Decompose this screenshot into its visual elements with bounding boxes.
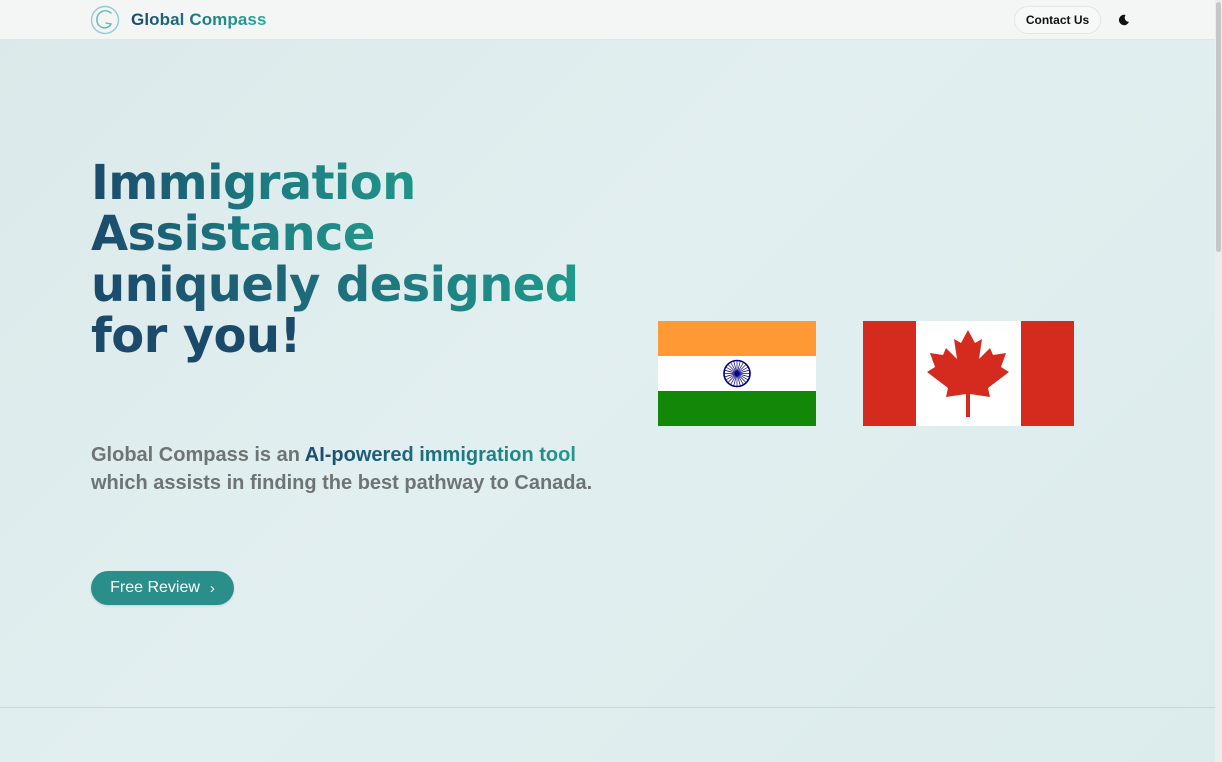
description-prefix: Global Compass is an [91,444,305,466]
hero-title: Immigration Assistance uniquely designed… [91,158,611,362]
india-flag [658,321,816,426]
hero-title-line: uniquely designed [91,257,579,313]
contact-us-button[interactable]: Contact Us [1014,6,1101,34]
hero-title-line: Assistance [91,206,375,262]
brand-name: Global Compass [131,10,267,29]
dark-mode-toggle[interactable] [1110,6,1138,34]
hero-title-line: Immigration [91,155,416,211]
page-scrollbar[interactable] [1215,0,1222,762]
scrollbar-thumb[interactable] [1216,2,1221,252]
moon-icon [1118,14,1129,26]
section-divider [0,707,1215,708]
free-review-button[interactable]: Free Review › [91,571,234,605]
free-review-label: Free Review [110,579,200,596]
canada-flag [863,321,1074,426]
description-suffix: which assists in finding the best pathwa… [91,472,593,494]
hero-description: Global Compass is an AI-powered immigrat… [91,441,611,497]
description-highlight: AI-powered immigration tool [304,444,576,466]
brand-logo-link[interactable]: Global Compass [90,4,267,36]
chevron-right-icon: › [209,579,215,597]
hero-title-line: for you! [91,308,301,364]
top-navbar: Global Compass Contact Us [0,0,1215,40]
compass-logo-icon [90,5,120,35]
